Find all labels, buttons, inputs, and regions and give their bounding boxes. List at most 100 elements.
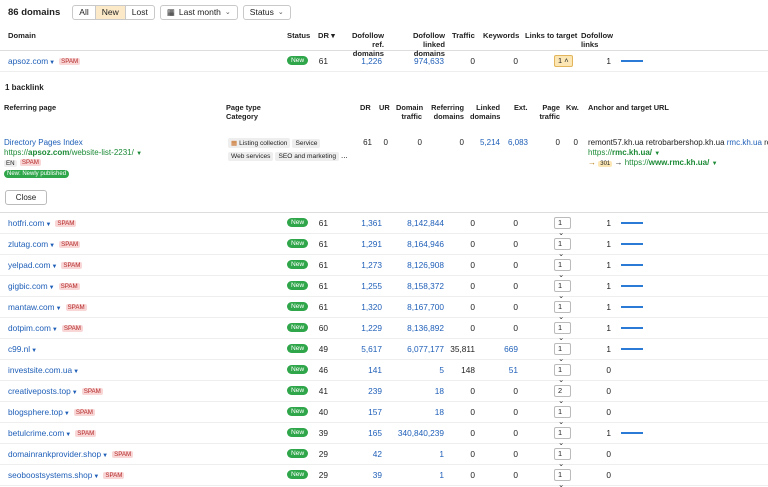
col-dofollow-links[interactable]: Dofollow links [581, 31, 613, 49]
col-domain[interactable]: Domain [8, 31, 36, 40]
domain-cell[interactable]: investsite.com.ua▼ [8, 365, 79, 375]
linked-domains-value[interactable]: 5 [390, 365, 444, 375]
domain-link[interactable]: blogsphere.top [8, 407, 63, 417]
linked-domains-value[interactable]: 340,840,239 [390, 428, 444, 438]
linked-domains-value[interactable]: 18 [390, 386, 444, 396]
domain-cell[interactable]: c99.nl▼ [8, 344, 37, 354]
links-to-target-dropdown[interactable]: 1 ⌄ [554, 448, 571, 468]
domain-link[interactable]: hotfri.com [8, 218, 44, 228]
domain-cell[interactable]: hotfri.com▼ SPAM [8, 218, 77, 228]
linked-domains-value[interactable]: 8,167,700 [390, 302, 444, 312]
links-to-target-dropdown[interactable]: 1 ⌄ [554, 280, 571, 300]
col-category[interactable]: Category [226, 112, 258, 121]
col-keywords[interactable]: Keywords [483, 31, 519, 40]
col-traffic[interactable]: Traffic [452, 31, 475, 40]
col-referring-page[interactable]: Referring page [4, 103, 56, 112]
domain-cell[interactable]: dotpim.com▼ SPAM [8, 323, 83, 333]
table-row[interactable]: dotpim.com▼ SPAM New 60 1,229 8,136,892 0 0 1 ⌄ 1 [0, 318, 768, 342]
ref-domains-value[interactable]: 1,273 [344, 260, 382, 270]
ref-domains-value[interactable]: 1,291 [344, 239, 382, 249]
ref-domains-value[interactable]: 1,226 [344, 56, 382, 66]
col-kw[interactable]: Kw. [566, 103, 579, 112]
links-to-target-dropdown[interactable]: 1 ⌄ [554, 301, 571, 321]
table-row[interactable]: blogsphere.top▼ SPAM New 40 157 18 0 0 1 ⌄ 0 [0, 402, 768, 426]
linked-domains-value[interactable]: 6,077,177 [390, 344, 444, 354]
referring-page-url[interactable]: https://apsoz.com/website-list-2231/ ▼ [4, 148, 142, 157]
chevron-down-icon[interactable]: ▼ [49, 243, 55, 249]
col-page-type[interactable]: Page type [226, 103, 261, 112]
table-row[interactable]: zlutag.com▼ SPAM New 61 1,291 8,164,946 0 0 1 ⌄ 1 [0, 234, 768, 258]
ref-domains-value[interactable]: 141 [344, 365, 382, 375]
chevron-down-icon[interactable]: ▼ [64, 411, 70, 417]
target-url[interactable]: https://rmc.kh.ua/ ▼ [588, 148, 660, 157]
filter-all[interactable]: All [73, 5, 96, 19]
chevron-down-icon[interactable]: ▼ [65, 432, 71, 438]
domain-link[interactable]: yelpad.com [8, 260, 50, 270]
chevron-down-icon[interactable]: ▼ [52, 327, 58, 333]
anchor-link[interactable]: rmc.kh.ua [727, 138, 762, 147]
domain-cell[interactable]: blogsphere.top▼ SPAM [8, 407, 95, 417]
table-row[interactable]: betulcrime.com▼ SPAM New 39 165 340,840,239 0 0… [0, 423, 768, 447]
linked-domains-value[interactable]: 18 [390, 407, 444, 417]
linked-domains-value[interactable]: 8,142,844 [390, 218, 444, 228]
ref-domains-value[interactable]: 239 [344, 386, 382, 396]
links-to-target-dropdown[interactable]: 1 ⌄ [554, 406, 571, 426]
chevron-down-icon[interactable]: ▼ [49, 60, 55, 66]
table-row[interactable]: c99.nl▼ New 49 5,617 6,077,177 35,811 669 1 ⌄ 1 [0, 339, 768, 363]
table-row[interactable]: hotfri.com▼ SPAM New 61 1,361 8,142,844 0 0 1 ⌄ 1 [0, 213, 768, 237]
domain-cell[interactable]: yelpad.com▼ SPAM [8, 260, 83, 270]
redirect-url[interactable]: → 301 → https://www.rmc.kh.ua/ ▼ [588, 158, 718, 167]
ref-domains-value[interactable]: 1,255 [344, 281, 382, 291]
links-to-target-dropdown[interactable]: 2 ⌄ [554, 385, 571, 405]
col-links-to-target[interactable]: Links to target [525, 31, 577, 40]
domain-link[interactable]: creativeposts.top [8, 386, 71, 396]
linked-domains-value[interactable]: 1 [390, 449, 444, 459]
table-row[interactable]: mantaw.com▼ SPAM New 61 1,320 8,167,700 0 0 1 ⌄ 1 [0, 297, 768, 321]
keywords-value[interactable]: 51 [490, 365, 518, 375]
links-to-target-dropdown[interactable]: 1 ⌄ [554, 259, 571, 279]
table-row[interactable]: domainrankprovider.shop▼ SPAM New 29 42 1 0 0 1 … [0, 444, 768, 468]
chevron-down-icon[interactable]: ▼ [31, 348, 37, 354]
ref-domains-value[interactable]: 42 [344, 449, 382, 459]
filter-lost[interactable]: Lost [126, 6, 154, 19]
table-row[interactable]: creativeposts.top▼ SPAM New 41 239 18 0 0 2 ⌄ 0 [0, 381, 768, 405]
links-to-target-dropdown[interactable]: 1 ⌄ [554, 238, 571, 258]
col-dr[interactable]: DR ▾ [318, 31, 335, 40]
domain-link[interactable]: investsite.com.ua [8, 365, 72, 375]
ref-domains-value[interactable]: 1,229 [344, 323, 382, 333]
linked-domains-value[interactable]: 8,136,892 [390, 323, 444, 333]
domain-cell[interactable]: seoboostsystems.shop▼ SPAM [8, 470, 125, 480]
ref-domains-value[interactable]: 5,617 [344, 344, 382, 354]
ref-domains-value[interactable]: 1,320 [344, 302, 382, 312]
col-panel-dr[interactable]: DR [360, 103, 371, 112]
chevron-down-icon[interactable]: ▼ [73, 369, 79, 375]
chevron-down-icon[interactable]: ▼ [654, 151, 660, 157]
table-row[interactable]: investsite.com.ua▼ New 46 141 5 148 51 1 ⌄ 0 [0, 360, 768, 384]
col-ext[interactable]: Ext. [514, 103, 528, 112]
linked-domains-value[interactable]: 8,164,946 [390, 239, 444, 249]
col-status[interactable]: Status [287, 31, 310, 40]
links-to-target-toggle[interactable]: 1 ˄ [554, 55, 573, 67]
domain-cell[interactable]: zlutag.com▼ SPAM [8, 239, 81, 249]
table-row[interactable]: yelpad.com▼ SPAM New 61 1,273 8,126,908 0 0 1 ⌄ 1 [0, 255, 768, 279]
referring-page-title[interactable]: Directory Pages Index [4, 138, 83, 147]
table-row[interactable]: gigbic.com▼ SPAM New 61 1,255 8,158,372 0 0 1 ⌄ 1 [0, 276, 768, 300]
close-button[interactable]: Close [5, 190, 47, 205]
domain-link[interactable]: c99.nl [8, 344, 30, 354]
chevron-down-icon[interactable]: ▼ [72, 390, 78, 396]
domain-link[interactable]: seoboostsystems.shop [8, 470, 92, 480]
period-dropdown[interactable]: ▦ Last month ⌄ [159, 4, 238, 20]
domain-link[interactable]: betulcrime.com [8, 428, 64, 438]
ref-domains-value[interactable]: 1,361 [344, 218, 382, 228]
links-to-target-dropdown[interactable]: 1 ⌄ [554, 427, 571, 447]
domain-link[interactable]: gigbic.com [8, 281, 48, 291]
linked-domains-value[interactable]: 5,214 [470, 138, 500, 147]
domain-link[interactable]: zlutag.com [8, 239, 48, 249]
domain-link[interactable]: dotpim.com [8, 323, 51, 333]
linked-domains-value[interactable]: 8,158,372 [390, 281, 444, 291]
links-to-target-dropdown[interactable]: 1 ⌄ [554, 343, 571, 363]
domain-cell[interactable]: creativeposts.top▼ SPAM [8, 386, 103, 396]
col-anchor[interactable]: Anchor and target URL [588, 103, 669, 112]
domain-cell[interactable]: gigbic.com▼ SPAM [8, 281, 80, 291]
col-referring-domains[interactable]: Referring domains [428, 103, 464, 121]
